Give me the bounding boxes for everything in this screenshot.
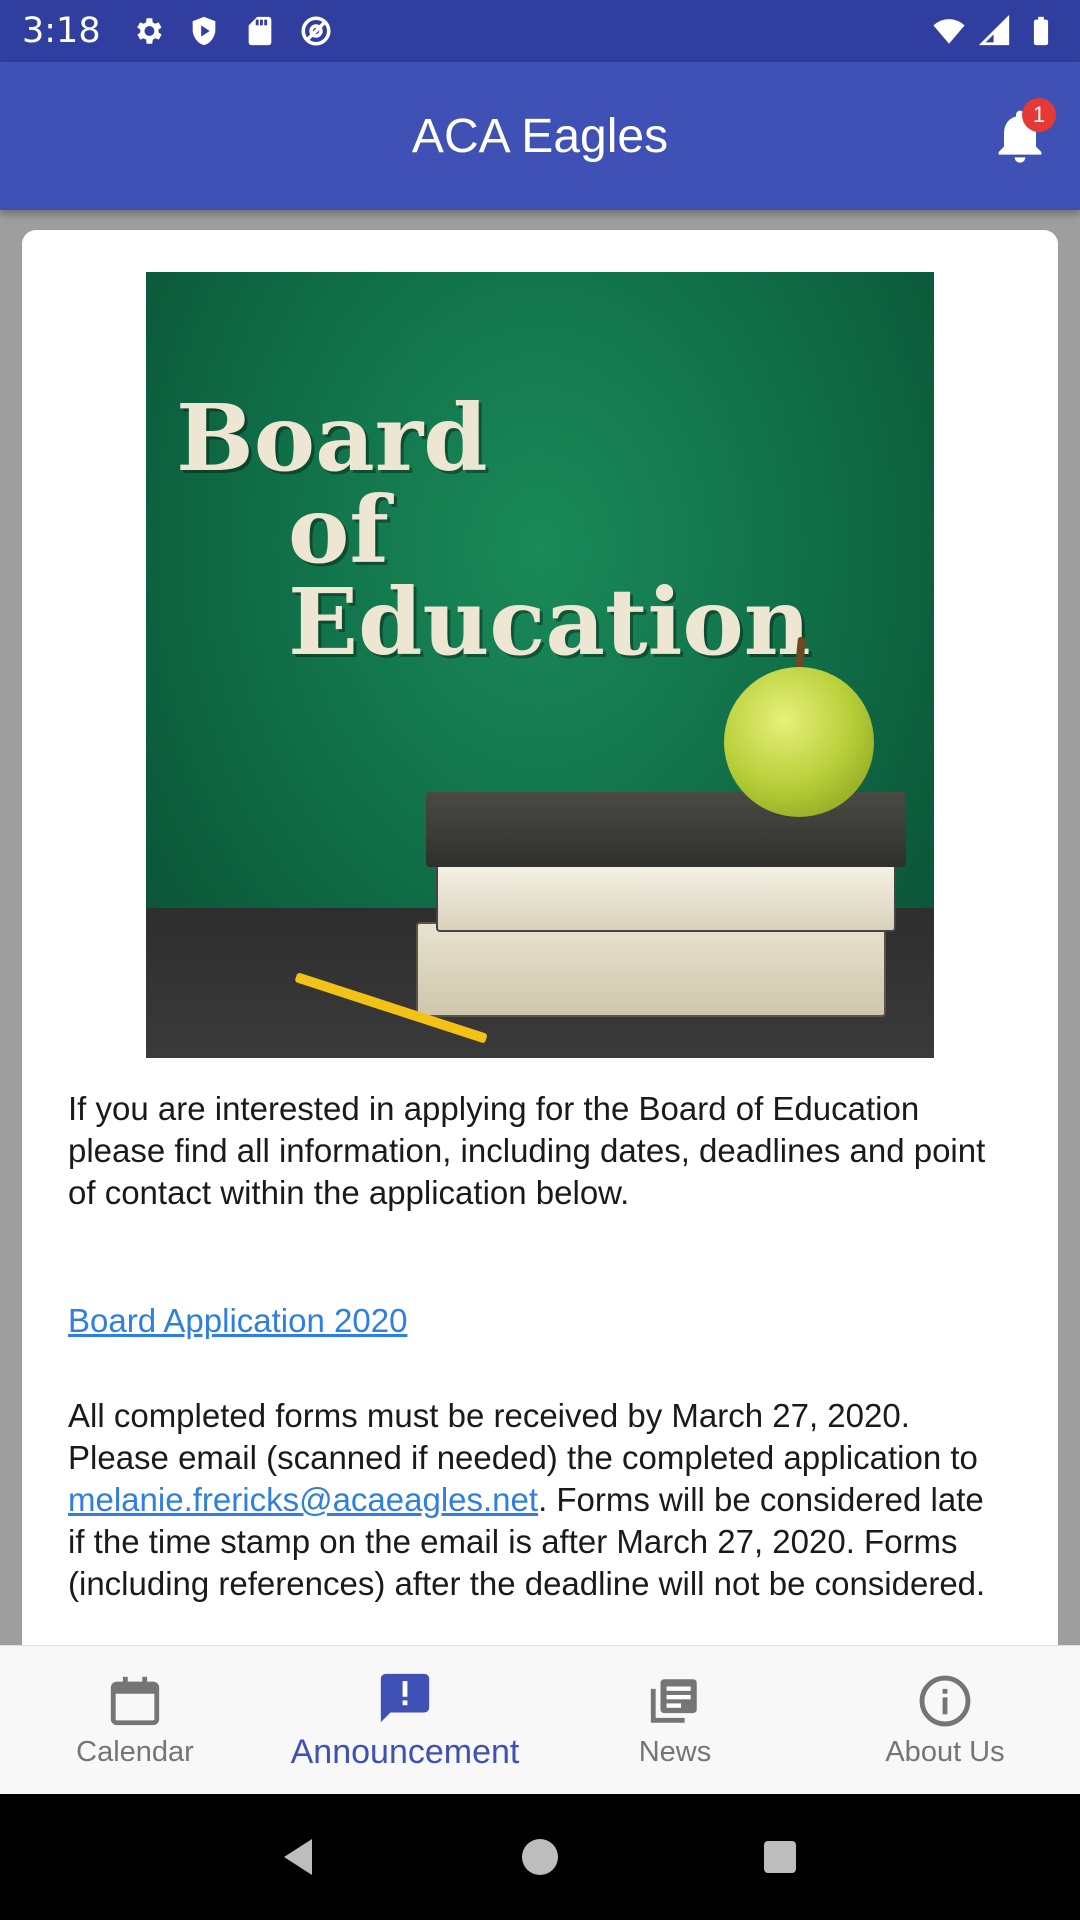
nav-label-calendar: Calendar bbox=[76, 1736, 194, 1768]
info-icon bbox=[919, 1675, 971, 1727]
at-sign-icon bbox=[301, 16, 331, 46]
hero-title-line1: Board bbox=[176, 384, 488, 492]
hero-title-line2: of Education bbox=[288, 476, 811, 676]
announcement-icon bbox=[380, 1673, 430, 1723]
sd-card-icon bbox=[248, 16, 271, 46]
application-link-row: Board Application 2020 bbox=[68, 1300, 1008, 1342]
wifi-icon bbox=[933, 19, 965, 44]
status-icons-right bbox=[932, 14, 1058, 48]
nav-label-announcement: Announcement bbox=[290, 1733, 520, 1771]
nav-label-about-us: About Us bbox=[885, 1736, 1005, 1768]
nav-item-calendar[interactable]: Calendar bbox=[0, 1646, 270, 1795]
nav-item-about-us[interactable]: About Us bbox=[810, 1646, 1080, 1795]
announcement-paragraph-1: If you are interested in applying for th… bbox=[68, 1090, 986, 1211]
notification-badge: 1 bbox=[1022, 98, 1056, 132]
announcement-paragraph-3: All completed forms must be received by … bbox=[68, 1395, 1008, 1605]
news-icon bbox=[650, 1679, 697, 1723]
paragraph-3-text-before: All completed forms must be received by … bbox=[68, 1397, 978, 1476]
battery-icon bbox=[1033, 16, 1049, 46]
bottom-navigation: Calendar Announcement News About Us bbox=[0, 1645, 1080, 1794]
nav-label-news: News bbox=[638, 1736, 712, 1768]
calendar-icon bbox=[110, 1676, 160, 1726]
gear-icon bbox=[136, 18, 162, 44]
system-navigation-bar bbox=[0, 1794, 1080, 1920]
app-title: ACA Eagles bbox=[411, 109, 669, 163]
status-bar: 3:18 bbox=[0, 0, 1080, 62]
book-bottom bbox=[416, 922, 886, 1017]
app-bar: ACA Eagles 1 bbox=[0, 62, 1080, 210]
home-icon[interactable] bbox=[516, 1833, 564, 1881]
back-icon[interactable] bbox=[276, 1833, 324, 1881]
recents-icon[interactable] bbox=[756, 1833, 804, 1881]
content-scroll-area[interactable]: Board of Education If you are interested… bbox=[0, 210, 1080, 1645]
board-of-education-image: Board of Education bbox=[146, 272, 934, 1058]
board-application-link[interactable]: Board Application 2020 bbox=[68, 1302, 407, 1339]
nav-item-news[interactable]: News bbox=[540, 1646, 810, 1795]
apple bbox=[724, 667, 874, 817]
notification-button[interactable]: 1 bbox=[988, 98, 1056, 168]
status-time: 3:18 bbox=[22, 11, 101, 51]
email-link[interactable]: melanie.frericks@acaeagles.net bbox=[68, 1481, 538, 1518]
hero-title: Board of Education bbox=[176, 392, 934, 668]
nav-item-announcement[interactable]: Announcement bbox=[270, 1646, 540, 1795]
announcement-card: Board of Education If you are interested… bbox=[22, 230, 1058, 1645]
cell-signal-icon bbox=[978, 14, 1010, 46]
shield-play-icon bbox=[192, 16, 215, 46]
status-icons-left bbox=[131, 14, 333, 48]
book-middle bbox=[436, 862, 896, 932]
